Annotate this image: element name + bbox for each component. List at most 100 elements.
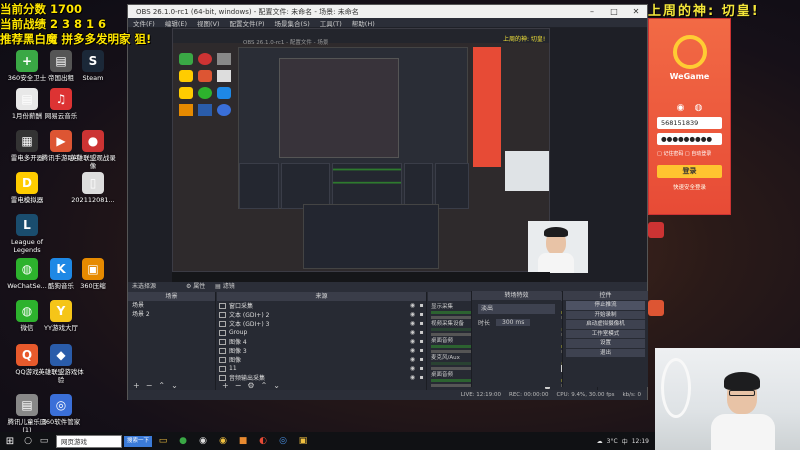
- obs-titlebar[interactable]: OBS 26.1.0-rc1 (64-bit, windows) - 配置文件:…: [128, 5, 647, 18]
- remove-icon[interactable]: −: [146, 381, 153, 390]
- filters-button[interactable]: ▤ 滤镜: [215, 283, 235, 290]
- desktop-icon[interactable]: ◆ 英雄联盟游戏体验: [38, 344, 84, 390]
- desktop-icon[interactable]: ● 英雄联盟观战录像: [70, 130, 116, 176]
- transitions-dock: 转场特效 淡出 时长 300 ms: [471, 291, 561, 387]
- virtual-camera-button[interactable]: 启动虚拟摄像机: [566, 320, 645, 329]
- eye-icon[interactable]: ◉: [408, 329, 417, 336]
- scene-item[interactable]: 场景 2: [128, 310, 215, 319]
- obs-app-icon[interactable]: ◉: [194, 432, 212, 450]
- green-app-icon[interactable]: ●: [174, 432, 192, 450]
- up-icon[interactable]: ⌃: [158, 381, 165, 390]
- taskbar-search-button[interactable]: 搜索一下: [124, 435, 152, 447]
- chrome-icon[interactable]: ◎: [274, 432, 292, 450]
- yellow-app-icon[interactable]: ◉: [214, 432, 232, 450]
- lock-icon[interactable]: ▪: [417, 311, 426, 318]
- eye-icon[interactable]: ◉: [408, 311, 417, 318]
- eye-icon[interactable]: ◉: [408, 356, 417, 363]
- down-icon[interactable]: ⌄: [171, 381, 178, 390]
- desktop-icon[interactable]: ▣ 360压缩: [70, 258, 116, 304]
- folder-icon[interactable]: ▣: [294, 432, 312, 450]
- orange-app-icon[interactable]: ■: [234, 432, 252, 450]
- up-icon[interactable]: ⌃: [261, 381, 268, 390]
- scene-item[interactable]: 场景: [128, 301, 215, 310]
- menu-profile[interactable]: 配置文件(P): [230, 18, 265, 28]
- desktop-icon[interactable]: D 雷电模拟器: [4, 172, 50, 218]
- input-method[interactable]: 中: [622, 437, 628, 446]
- add-icon[interactable]: +: [222, 381, 229, 390]
- close-icon[interactable]: ✕: [625, 7, 647, 16]
- down-icon[interactable]: ⌄: [273, 381, 280, 390]
- app-icon: ◍: [16, 258, 38, 280]
- desktop-icon-label: 雷电模拟器: [10, 196, 44, 204]
- duration-input[interactable]: 300 ms: [496, 319, 531, 326]
- properties-button[interactable]: ⚙ 属性: [186, 283, 205, 290]
- source-item[interactable]: 图像 4 ◉ ▪: [217, 337, 426, 346]
- start-recording-button[interactable]: 开始录制: [566, 310, 645, 319]
- source-item[interactable]: 窗口采集 ◉ ▪: [217, 301, 426, 310]
- source-item[interactable]: Group ◉ ▪: [217, 328, 426, 337]
- source-name: Group: [229, 329, 248, 336]
- app-icon: ▯: [82, 172, 104, 194]
- desktop-icon[interactable]: Y YY游戏大厅: [38, 300, 84, 346]
- transition-select[interactable]: 淡出: [478, 304, 555, 314]
- desktop-icon-label: 网易云音乐: [44, 112, 78, 120]
- menu-view[interactable]: 视图(V): [197, 18, 220, 28]
- wechat-icon[interactable]: ◍: [695, 103, 703, 113]
- file-explorer-icon[interactable]: ▭: [154, 432, 172, 450]
- settings-button[interactable]: 设置: [566, 339, 645, 348]
- wegame-taskbar-icon[interactable]: ◐: [254, 432, 272, 450]
- studio-mode-button[interactable]: 工作室模式: [566, 329, 645, 338]
- menu-tools[interactable]: 工具(T): [320, 18, 342, 28]
- stop-streaming-button[interactable]: 停止推流: [566, 301, 645, 310]
- obs-preview[interactable]: OBS 26.1.0-rc1 - 配置文件 - 场景 上周的神: 切皇!: [128, 28, 647, 282]
- add-icon[interactable]: +: [133, 381, 140, 390]
- app-icon: ●: [82, 130, 104, 152]
- eye-icon[interactable]: ◉: [408, 302, 417, 309]
- lock-icon[interactable]: ▪: [417, 365, 426, 372]
- lock-icon[interactable]: ▪: [417, 338, 426, 345]
- lock-icon[interactable]: ▪: [417, 302, 426, 309]
- windows-start-icon[interactable]: ⊞: [0, 436, 20, 447]
- lock-icon[interactable]: ▪: [417, 347, 426, 354]
- eye-icon[interactable]: ◉: [408, 320, 417, 327]
- desktop-icon[interactable]: ▯ 202112081...: [70, 172, 116, 218]
- source-item[interactable]: 文本 (GDI+) 2 ◉ ▪: [217, 310, 426, 319]
- remove-icon[interactable]: −: [235, 381, 242, 390]
- maximize-icon[interactable]: □: [603, 7, 625, 16]
- lock-icon[interactable]: ▪: [417, 356, 426, 363]
- side-app-icon[interactable]: [648, 222, 664, 238]
- eye-icon[interactable]: ◉: [408, 365, 417, 372]
- desktop-icon[interactable]: L League of Legends: [4, 214, 50, 260]
- source-item[interactable]: 文本 (GDI+) 3 ◉ ▪: [217, 319, 426, 328]
- lock-icon[interactable]: ▪: [417, 329, 426, 336]
- weather-icon[interactable]: ☁: [597, 438, 603, 445]
- source-item[interactable]: 图像 3 ◉ ▪: [217, 346, 426, 355]
- eye-icon[interactable]: ◉: [408, 338, 417, 345]
- password-field[interactable]: ●●●●●●●●●: [657, 133, 722, 145]
- task-view-icon[interactable]: ▭: [36, 436, 52, 446]
- channel-name: 桌面音频: [431, 338, 454, 344]
- side-app-icon[interactable]: [648, 300, 664, 316]
- lock-icon[interactable]: ▪: [417, 320, 426, 327]
- nested-title: OBS 26.1.0-rc1 - 配置文件 - 场景: [243, 40, 329, 46]
- ring-light: [661, 358, 691, 418]
- safe-login-link[interactable]: 快速安全登录: [649, 183, 730, 191]
- source-item[interactable]: 图像 ◉ ▪: [217, 355, 426, 364]
- login-button[interactable]: 登录: [657, 165, 722, 178]
- desktop-icon[interactable]: ♫ 网易云音乐: [38, 88, 84, 134]
- menu-scene-collection[interactable]: 场景集合(S): [275, 18, 310, 28]
- account-field[interactable]: 568151839: [657, 117, 722, 129]
- sources-list: 窗口采集 ◉ ▪ 文本 (GDI+) 2 ◉ ▪ 文本 (GDI+) 3 ◉ ▪ Group ◉ ▪ 图…: [217, 301, 426, 382]
- remember-options[interactable]: □ 记住密码 □ 自动登录: [657, 150, 722, 157]
- qq-icon[interactable]: ◉: [677, 103, 685, 113]
- taskbar-search-input[interactable]: 网页游戏: [56, 434, 122, 448]
- gear-icon[interactable]: ⚙: [247, 381, 254, 390]
- clock[interactable]: 12:19: [632, 438, 649, 445]
- eye-icon[interactable]: ◉: [408, 347, 417, 354]
- nested-app-icon: [179, 53, 193, 65]
- minimize-icon[interactable]: –: [581, 7, 603, 16]
- source-item[interactable]: 11 ◉ ▪: [217, 364, 426, 373]
- search-icon[interactable]: ○: [20, 436, 36, 446]
- menu-help[interactable]: 帮助(H): [352, 18, 375, 28]
- exit-button[interactable]: 退出: [566, 348, 645, 357]
